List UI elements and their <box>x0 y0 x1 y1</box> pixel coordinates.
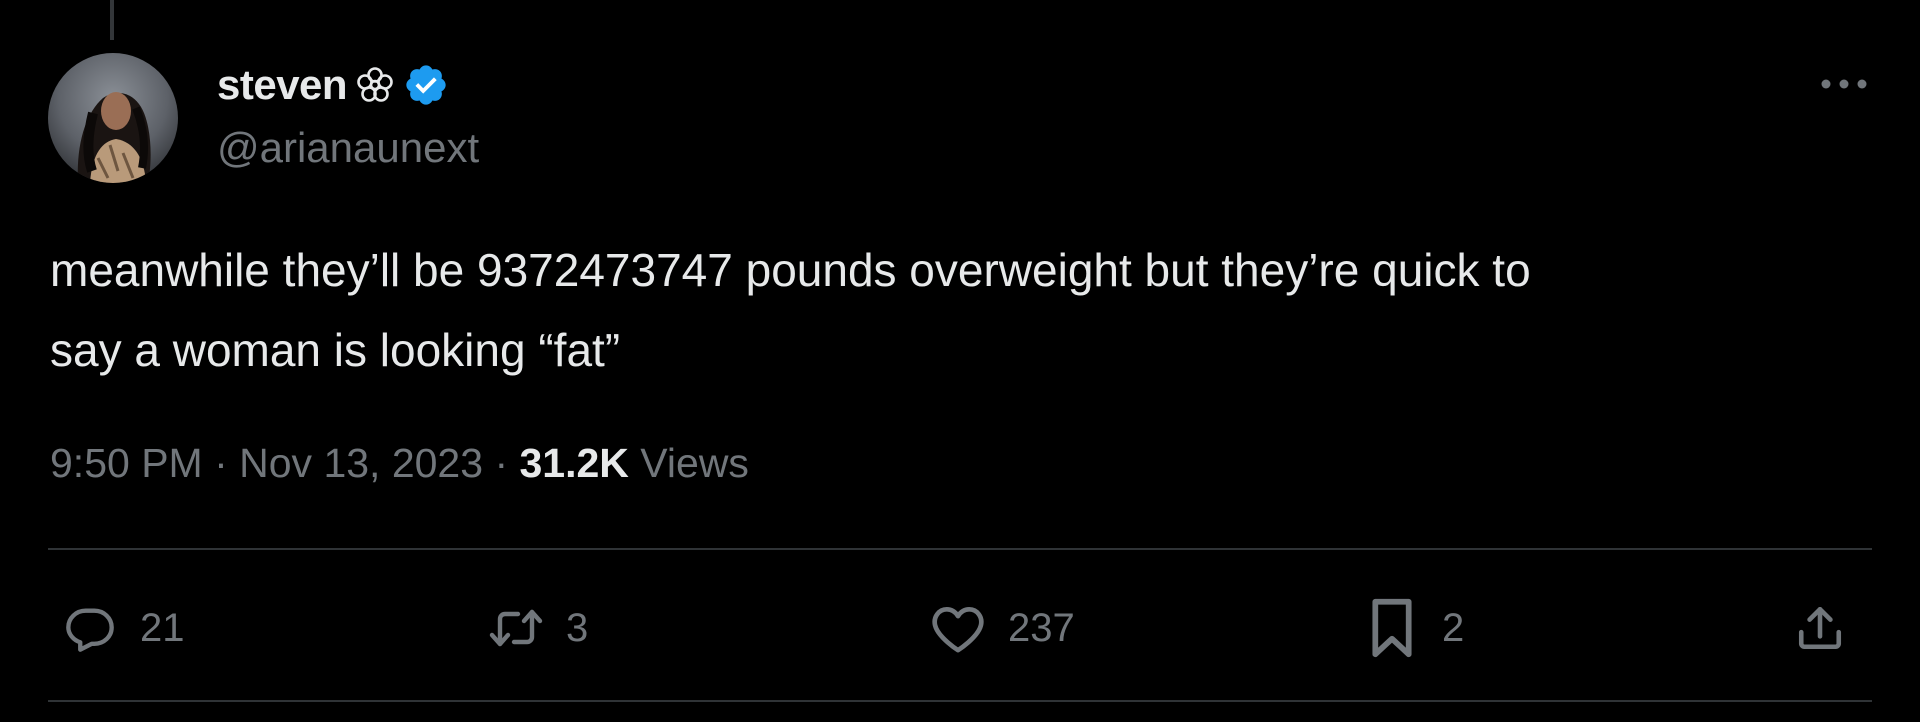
retweet-button[interactable]: 3 <box>488 588 588 668</box>
share-icon <box>1792 600 1848 656</box>
author-handle[interactable]: @arianaunext <box>217 124 479 172</box>
reply-icon <box>62 600 118 656</box>
tweet-date[interactable]: Nov 13, 2023 <box>239 440 483 487</box>
reply-count: 21 <box>140 605 185 650</box>
views-label: Views <box>628 440 749 486</box>
verified-badge-icon[interactable] <box>403 61 451 109</box>
tweet-time[interactable]: 9:50 PM <box>50 440 203 487</box>
retweet-count: 3 <box>566 605 589 650</box>
thread-connector-line <box>110 0 114 40</box>
like-button[interactable]: 237 <box>930 588 1075 668</box>
tweet-text: meanwhile they’ll be 9372473747 pounds o… <box>50 244 1531 376</box>
meta-separator: · <box>483 440 520 486</box>
like-count: 237 <box>1008 605 1075 650</box>
avatar-image <box>48 53 178 183</box>
views-count[interactable]: 31.2K <box>519 440 628 487</box>
reply-button[interactable]: 21 <box>62 588 185 668</box>
flower-emoji-icon <box>357 65 397 105</box>
tweet-metadata: 9:50 PM · Nov 13, 2023 · 31.2K Views <box>50 440 749 487</box>
meta-separator: · <box>202 440 240 486</box>
retweet-icon <box>488 600 544 656</box>
divider <box>48 700 1872 702</box>
bookmark-icon <box>1364 598 1420 658</box>
author-display-name[interactable]: steven <box>217 61 348 109</box>
heart-icon <box>930 600 986 656</box>
avatar[interactable] <box>48 53 178 183</box>
share-button[interactable] <box>1792 588 1848 668</box>
divider <box>48 548 1872 550</box>
more-options-icon[interactable] <box>1816 70 1872 98</box>
author-name-row[interactable]: steven <box>217 60 451 110</box>
bookmark-count: 2 <box>1442 605 1465 650</box>
tweet-action-bar: 21 3 237 2 <box>0 588 1920 668</box>
bookmark-button[interactable]: 2 <box>1364 588 1464 668</box>
